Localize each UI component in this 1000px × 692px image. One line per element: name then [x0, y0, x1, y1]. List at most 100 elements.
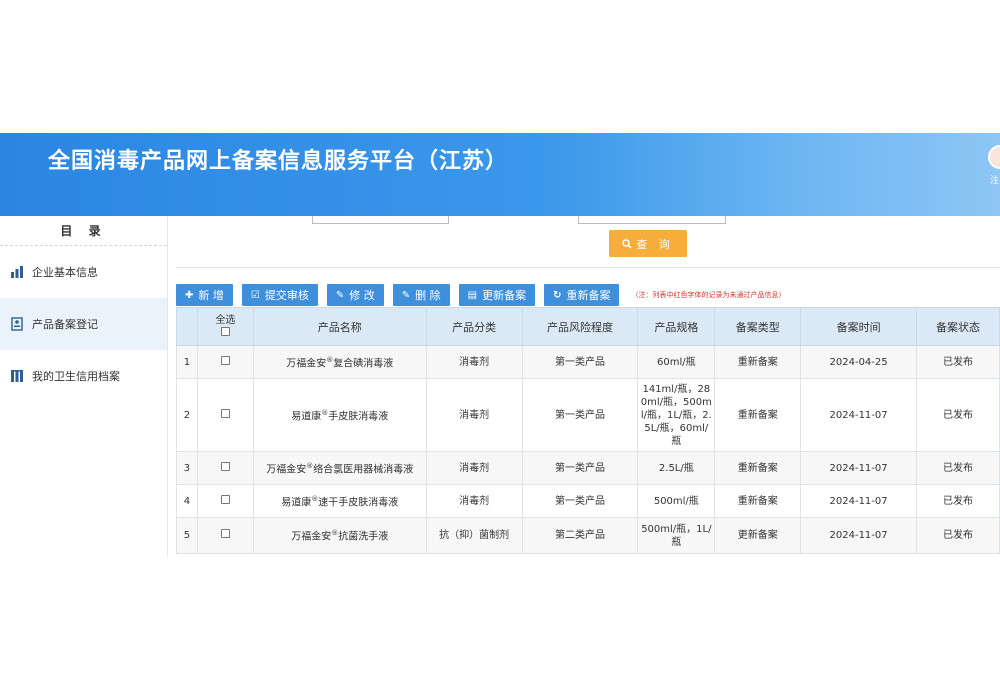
table-row[interactable]: 2 易道康®手皮肤消毒液 消毒剂 第一类产品 141ml/瓶，280ml/瓶，500ml… — [176, 378, 1000, 452]
date-cell: 2024-11-07 — [800, 517, 918, 554]
table-row[interactable]: 4 易道康®速干手皮肤消毒液 消毒剂 第一类产品 500ml/瓶 重新备案 2024-11-… — [176, 484, 1000, 518]
toolbar-note: （注：列表中红色字体的记录为未通过产品信息） — [631, 291, 786, 299]
sidebar-item-label: 我的卫生信用档案 — [32, 370, 120, 383]
product-brand: 万福金安 — [291, 531, 332, 543]
product-name-cell: 万福金安®络合氯医用器械消毒液 — [252, 451, 427, 485]
edit-icon: ✎ — [401, 289, 411, 301]
product-brand: 易道康 — [291, 411, 322, 423]
re-registration-label: 重新备案 — [566, 289, 611, 302]
type-cell: 重新备案 — [714, 345, 802, 379]
col-header-product-name[interactable]: 产品名称 — [252, 307, 427, 346]
app-frame: 全国消毒产品网上备案信息服务平台（江苏） 注 目 录 企业基本信息 产品备案登记… — [0, 133, 1000, 556]
col-header-risk[interactable]: 产品风险程度 — [521, 307, 639, 346]
row-checkbox[interactable] — [220, 529, 230, 538]
type-cell: 重新备案 — [714, 451, 802, 485]
table-header-row: 全选 产品名称 产品分类 产品风险程度 产品规格 备案类型 备案时间 备案状态 — [176, 307, 1000, 346]
table-row[interactable]: 3 万福金安®络合氯医用器械消毒液 消毒剂 第一类产品 2.5L/瓶 重新备案 2024-1… — [176, 451, 1000, 485]
col-header-spec[interactable]: 产品规格 — [637, 307, 716, 346]
update-registration-label: 更新备案 — [482, 289, 527, 302]
product-name-suffix: 络合氯医用器械消毒液 — [313, 464, 414, 476]
submit-review-label: 提交审核 — [264, 289, 309, 302]
sidebar-item-credit-archive[interactable]: 我的卫生信用档案 — [0, 350, 167, 402]
bar-chart-icon — [10, 265, 24, 279]
page-header: 全国消毒产品网上备案信息服务平台（江苏） 注 — [0, 133, 1000, 216]
col-header-status[interactable]: 备案状态 — [916, 307, 1000, 346]
status-cell: 已发布 — [916, 451, 1000, 485]
category-cell: 消毒剂 — [425, 451, 523, 485]
status-cell: 已发布 — [916, 378, 1000, 452]
row-index: 2 — [176, 378, 198, 452]
add-button[interactable]: ✚ 新 增 — [176, 284, 233, 306]
filter-input[interactable] — [312, 216, 449, 224]
date-cell: 2024-11-07 — [800, 378, 918, 452]
archive-icon — [10, 369, 24, 383]
sidebar-item-label: 企业基本信息 — [32, 266, 98, 279]
plus-icon: ✚ — [185, 289, 194, 301]
add-button-label: 新 增 — [198, 289, 224, 302]
row-checkbox[interactable] — [220, 355, 230, 365]
type-cell: 重新备案 — [714, 484, 802, 518]
spec-cell: 2.5L/瓶 — [637, 451, 716, 485]
status-cell: 已发布 — [916, 345, 1000, 379]
risk-cell: 第一类产品 — [521, 345, 639, 379]
row-select-cell[interactable] — [196, 451, 254, 485]
product-name-cell: 万福金安®抗菌洗手液 — [252, 517, 427, 554]
product-name-suffix: 速干手皮肤消毒液 — [318, 497, 399, 509]
spec-cell: 500ml/瓶，1L/瓶 — [637, 517, 716, 554]
site-title: 全国消毒产品网上备案信息服务平台（江苏） — [48, 149, 509, 174]
risk-cell: 第一类产品 — [521, 451, 639, 485]
sidebar-item-label: 产品备案登记 — [32, 318, 98, 331]
user-label[interactable]: 注 — [990, 173, 999, 186]
table-row[interactable]: 5 万福金安®抗菌洗手液 抗（抑）菌制剂 第二类产品 500ml/瓶，1L/瓶 更新备案 2… — [176, 517, 1000, 554]
type-cell: 重新备案 — [714, 378, 802, 452]
row-select-cell[interactable] — [196, 484, 254, 518]
delete-button[interactable]: ✎ 删 除 — [392, 284, 450, 306]
row-checkbox[interactable] — [220, 408, 230, 418]
col-header-category[interactable]: 产品分类 — [425, 307, 523, 346]
row-index: 3 — [176, 451, 198, 485]
category-cell: 消毒剂 — [425, 378, 523, 452]
edit-icon: ✎ — [335, 289, 345, 301]
product-name-cell: 易道康®速干手皮肤消毒液 — [252, 484, 427, 518]
row-index: 5 — [176, 517, 198, 554]
status-cell: 已发布 — [916, 517, 1000, 554]
row-checkbox[interactable] — [220, 494, 230, 504]
col-header-select-all[interactable]: 全选 — [196, 307, 254, 346]
category-cell: 抗（抑）菌制剂 — [425, 517, 523, 554]
table-row[interactable]: 1 万福金安®复合碘消毒液 消毒剂 第一类产品 60ml/瓶 重新备案 2024-04-25… — [176, 345, 1000, 379]
avatar[interactable] — [988, 145, 1000, 169]
sidebar-item-product-registration[interactable]: 产品备案登记 — [0, 298, 167, 350]
edit-button[interactable]: ✎ 修 改 — [326, 284, 384, 306]
file-icon: ▤ — [467, 289, 478, 301]
main-content: 查 询 ✚ 新 增 ☑ 提交审核 ✎ 修 改 ✎ 删 除 ▤ 更新备案 ↻ 重新备案 （注：… — [176, 216, 1000, 556]
row-select-cell[interactable] — [196, 345, 254, 379]
table-body: 1 万福金安®复合碘消毒液 消毒剂 第一类产品 60ml/瓶 重新备案 2024-04-25… — [176, 345, 1000, 554]
row-index: 4 — [176, 484, 198, 518]
type-cell: 更新备案 — [714, 517, 802, 554]
search-icon — [622, 238, 632, 249]
re-registration-button[interactable]: ↻ 重新备案 — [544, 284, 620, 306]
select-all-checkbox[interactable] — [220, 326, 230, 336]
row-select-cell[interactable] — [196, 517, 254, 554]
submit-review-button[interactable]: ☑ 提交审核 — [241, 284, 318, 306]
spec-cell: 60ml/瓶 — [637, 345, 716, 379]
row-select-cell[interactable] — [196, 378, 254, 452]
sidebar: 目 录 企业基本信息 产品备案登记 我的卫生信用档案 — [0, 216, 168, 556]
query-button[interactable]: 查 询 — [609, 230, 687, 257]
query-label: 查 询 — [636, 237, 674, 251]
product-name-suffix: 抗菌洗手液 — [338, 531, 389, 543]
sidebar-title: 目 录 — [0, 216, 167, 246]
update-registration-button[interactable]: ▤ 更新备案 — [458, 284, 536, 306]
id-card-icon — [10, 317, 24, 331]
col-header-type[interactable]: 备案类型 — [714, 307, 802, 346]
filter-select[interactable] — [578, 216, 726, 224]
spec-cell: 141ml/瓶，280ml/瓶，500ml/瓶，1L/瓶，2.5L/瓶，60ml… — [637, 378, 716, 452]
date-cell: 2024-04-25 — [800, 345, 918, 379]
date-cell: 2024-11-07 — [800, 484, 918, 518]
sidebar-item-company-info[interactable]: 企业基本信息 — [0, 246, 167, 298]
spec-cell: 500ml/瓶 — [637, 484, 716, 518]
col-header-date[interactable]: 备案时间 — [800, 307, 918, 346]
product-table: 全选 产品名称 产品分类 产品风险程度 产品规格 备案类型 备案时间 备案状态 … — [176, 307, 1000, 554]
select-all-label: 全选 — [215, 314, 236, 326]
row-checkbox[interactable] — [220, 461, 230, 471]
